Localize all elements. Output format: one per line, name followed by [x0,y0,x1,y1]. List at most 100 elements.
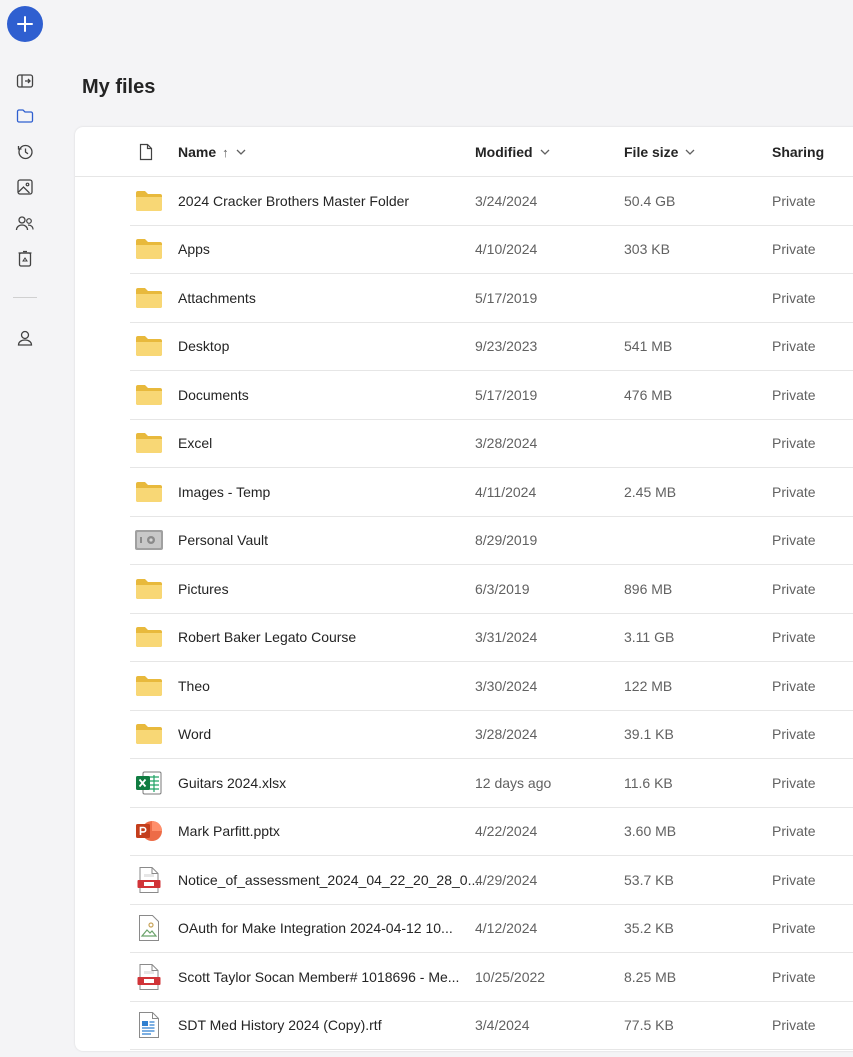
file-name[interactable]: Mark Parfitt.pptx [178,823,280,839]
file-name[interactable]: Images - Temp [178,484,270,500]
page-title: My files [82,76,156,98]
file-type-column-icon[interactable] [138,127,154,177]
file-sharing[interactable]: Private [772,1017,816,1033]
folder-icon [134,381,164,409]
file-name[interactable]: Attachments [178,290,256,306]
photos-icon[interactable] [15,177,35,197]
file-name[interactable]: SDT Med History 2024 (Copy).rtf [178,1017,382,1033]
file-name[interactable]: Documents [178,387,249,403]
file-sharing[interactable]: Private [772,581,816,597]
pdf-icon [134,963,164,991]
folder-icon [134,478,164,506]
recycle-bin-icon[interactable] [15,249,35,269]
file-row[interactable]: Documents 5/17/2019 476 MB Private [130,371,853,420]
file-row[interactable]: Apps 4/10/2024 303 KB Private [130,226,853,274]
file-row[interactable]: Personal Vault 8/29/2019 Private [130,517,853,565]
file-row[interactable]: Mark Parfitt.pptx 4/22/2024 3.60 MB Private [130,808,853,856]
file-modified: 3/30/2024 [475,677,538,694]
file-sharing[interactable]: Private [772,775,816,791]
file-row[interactable]: Scott Taylor Socan Member# 1018696 - Me.… [130,953,853,1002]
chevron-down-icon[interactable] [236,149,246,155]
file-name[interactable]: OAuth for Make Integration 2024-04-12 10… [178,920,453,936]
file-sharing[interactable]: Private [772,920,816,936]
file-modified: 4/29/2024 [475,871,538,888]
file-row[interactable]: Word 3/28/2024 39.1 KB Private [130,711,853,759]
folder-icon [134,623,164,651]
file-size: 35.2 KB [624,920,674,937]
file-name[interactable]: Notice_of_assessment_2024_04_22_20_28_0.… [178,872,479,888]
file-size: 50.4 GB [624,192,676,209]
file-size: 896 MB [624,580,673,597]
file-sharing[interactable]: Private [772,484,816,500]
file-size: 3.60 MB [624,823,677,840]
folder-icon [134,575,164,603]
recent-icon[interactable] [15,142,35,162]
file-size: 541 MB [624,338,673,355]
file-name[interactable]: Apps [178,241,210,257]
file-sharing[interactable]: Private [772,290,816,306]
file-sharing[interactable]: Private [772,726,816,742]
file-row[interactable]: 2024 Cracker Brothers Master Folder 3/24/… [130,177,853,226]
file-sharing[interactable]: Private [772,241,816,257]
file-name[interactable]: Guitars 2024.xlsx [178,775,286,791]
create-new-button[interactable] [7,6,43,42]
chevron-down-icon[interactable] [540,149,550,155]
file-name[interactable]: Robert Baker Legato Course [178,629,356,645]
file-row[interactable]: Images - Temp 4/11/2024 2.45 MB Private [130,468,853,517]
shared-people-icon[interactable] [15,213,35,233]
file-name[interactable]: Desktop [178,338,229,354]
file-row[interactable]: SDT Med History 2024 (Copy).rtf 3/4/2024 7… [130,1002,853,1050]
sidebar-toggle-icon[interactable] [15,71,35,91]
file-modified: 4/22/2024 [475,823,538,840]
file-sharing[interactable]: Private [772,629,816,645]
file-sharing[interactable]: Private [772,823,816,839]
file-row[interactable]: Robert Baker Legato Course 3/31/2024 3.11 … [130,614,853,662]
account-icon[interactable] [15,328,35,348]
my-files-folder-icon[interactable] [15,106,35,126]
file-row[interactable]: Desktop 9/23/2023 541 MB Private [130,323,853,371]
file-sharing[interactable]: Private [772,678,816,694]
column-modified-label: Modified [475,144,533,160]
file-modified: 4/12/2024 [475,920,538,937]
file-modified: 5/17/2019 [475,289,538,306]
file-name[interactable]: Scott Taylor Socan Member# 1018696 - Me.… [178,969,459,985]
file-sharing[interactable]: Private [772,435,816,451]
file-row[interactable]: Excel 3/28/2024 Private [130,420,853,468]
file-sharing[interactable]: Private [772,387,816,403]
file-modified: 8/29/2019 [475,532,538,549]
chevron-down-icon[interactable] [685,149,695,155]
file-name[interactable]: Pictures [178,581,229,597]
file-row[interactable]: Pictures 6/3/2019 896 MB Private [130,565,853,614]
file-row[interactable]: Attachments 5/17/2019 Private [130,274,853,323]
file-name[interactable]: Theo [178,678,210,694]
column-header-name[interactable]: Name ↑ [178,127,246,177]
file-name[interactable]: Personal Vault [178,532,268,548]
column-header-sharing[interactable]: Sharing [772,127,824,177]
folder-icon [134,284,164,312]
column-size-label: File size [624,144,679,160]
file-row[interactable]: Notice_of_assessment_2024_04_22_20_28_0.… [130,856,853,905]
file-row[interactable]: Guitars 2024.xlsx 12 days ago 11.6 KB Priva… [130,759,853,808]
column-header-size[interactable]: File size [624,127,695,177]
file-sharing[interactable]: Private [772,193,816,209]
file-sharing[interactable]: Private [772,338,816,354]
file-row[interactable]: Theo 3/30/2024 122 MB Private [130,662,853,711]
file-sharing[interactable]: Private [772,532,816,548]
folder-icon [134,672,164,700]
file-sharing[interactable]: Private [772,969,816,985]
file-name[interactable]: 2024 Cracker Brothers Master Folder [178,193,409,209]
column-name-label: Name [178,144,217,160]
column-header-modified[interactable]: Modified [475,127,550,177]
file-name[interactable]: Excel [178,435,212,451]
file-name[interactable]: Word [178,726,211,742]
sort-ascending-icon: ↑ [222,144,229,160]
file-size: 8.25 MB [624,968,677,985]
folder-icon [134,332,164,360]
file-sharing[interactable]: Private [772,872,816,888]
file-modified: 10/25/2022 [475,968,546,985]
file-row[interactable]: OAuth for Make Integration 2024-04-12 10… [130,905,853,953]
file-size: 11.6 KB [624,774,673,791]
pdf-icon [134,866,164,894]
file-list-panel: Name ↑ Modified File size Sharing 2024 C… [75,127,853,1051]
file-modified: 3/28/2024 [475,726,538,743]
